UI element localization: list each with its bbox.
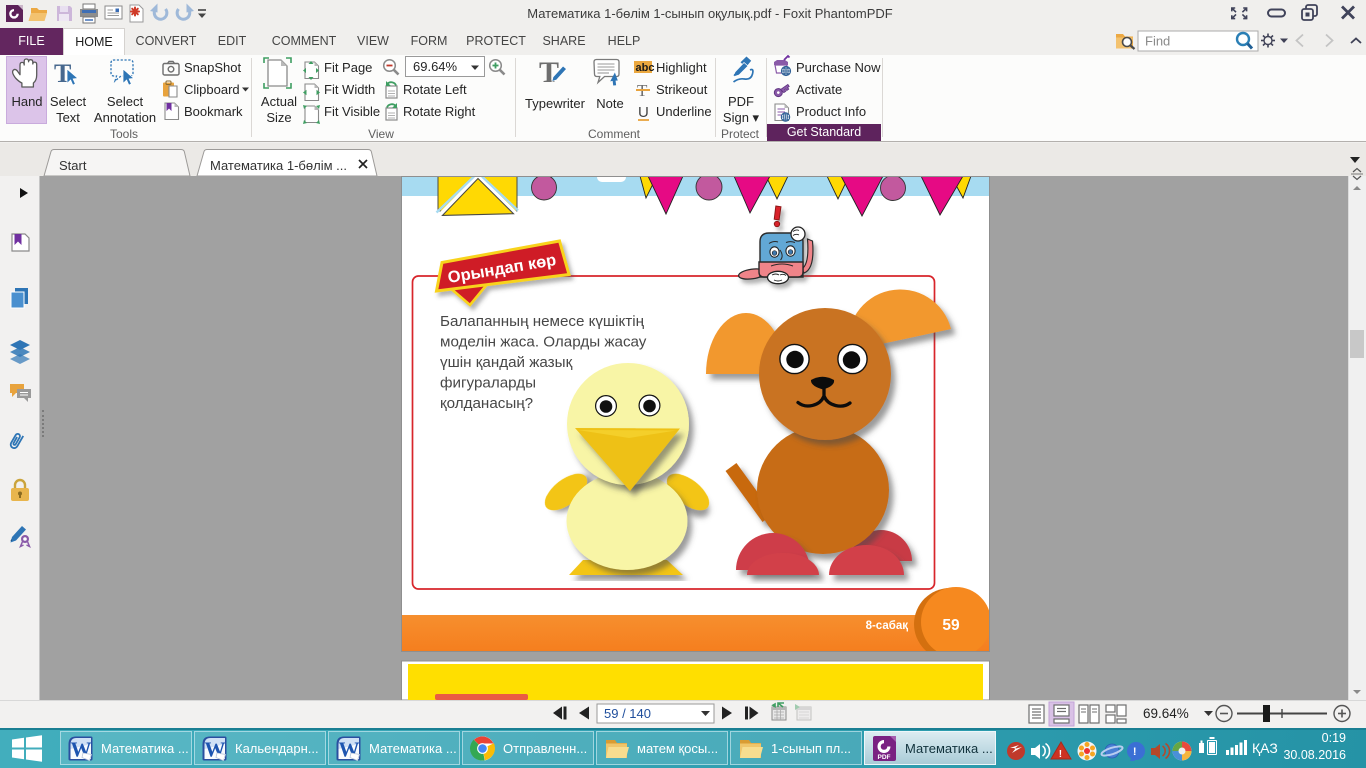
svg-text:фигураларды: фигураларды	[440, 375, 536, 392]
svg-text:Find: Find	[1145, 34, 1170, 49]
svg-text:abc: abc	[636, 62, 655, 74]
svg-text:59: 59	[942, 617, 960, 634]
svg-text:қолданасың?: қолданасың?	[440, 395, 533, 412]
svg-text:U: U	[638, 104, 649, 121]
svg-text:Start: Start	[59, 158, 87, 173]
svg-text:Математика 1-бөлім ...: Математика 1-бөлім ...	[210, 158, 347, 173]
svg-text:T: T	[539, 56, 559, 89]
svg-text:моделін жаса. Оларды жасау: моделін жаса. Оларды жасау	[440, 334, 647, 351]
svg-text:үшін қандай жазық: үшін қандай жазық	[440, 354, 573, 371]
svg-text:PDF: PDF	[878, 754, 891, 761]
svg-text:!: !	[1059, 749, 1062, 760]
svg-text:!: !	[1133, 746, 1137, 758]
svg-text:Балапанның немесе күшіктің: Балапанның немесе күшіктің	[440, 313, 645, 330]
svg-text:69.64%: 69.64%	[1143, 706, 1189, 721]
svg-text:8-сабақ: 8-сабақ	[866, 620, 909, 632]
svg-text:59 / 140: 59 / 140	[604, 706, 651, 721]
